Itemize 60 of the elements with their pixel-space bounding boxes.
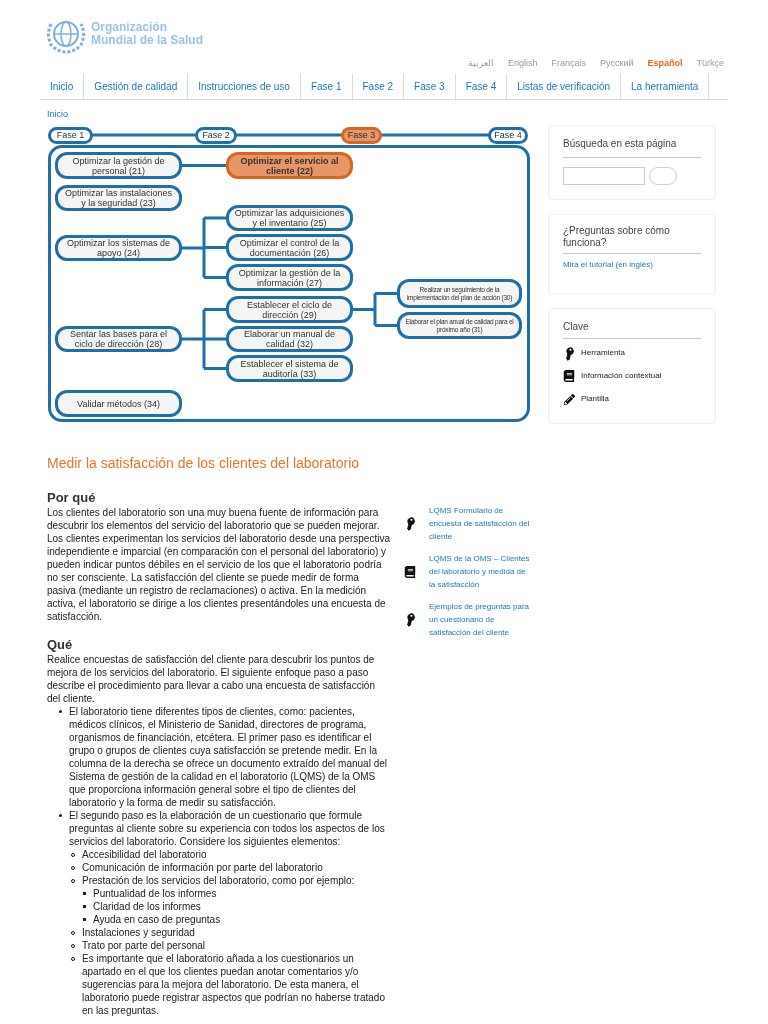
logo-text: Mundial de la Salud <box>91 34 203 47</box>
diagram-node[interactable]: Optimizar los sistemas de apoyo (24) <box>55 235 182 261</box>
breadcrumb-link[interactable]: Inicio <box>47 108 531 126</box>
list-item-text: Es importante que el laboratorio añada a los cuestionarios un apartado en el que los clientes puedan anotar comentarios y/o sugerencias para la mejora del laboratorio. De esta manera, el laboratorio puede registrar aspectos que podrían no haberse tratado en las preguntas. <box>82 952 386 1017</box>
diagram-node[interactable]: Elaborar un manual de calidad (32) <box>226 326 353 352</box>
list-item-text: El segundo paso es la elaboración de un cuestionario que formule preguntas al cliente sobre su experiencia con todos los aspectos de los servicios del laboratorio. Considere los siguientes elementos: <box>69 809 386 848</box>
language-link[interactable]: Español <box>647 56 683 70</box>
list-item-text: Claridad de los informes <box>93 900 201 913</box>
phase-node[interactable]: Fase 4 <box>488 127 528 144</box>
phase-node[interactable]: Fase 1 <box>48 127 93 144</box>
phase-node[interactable]: Fase 2 <box>195 127 237 144</box>
diagram-node[interactable]: Optimizar las instalaciones y la seguridad (23) <box>55 185 182 211</box>
nav-tab[interactable]: Fase 2 <box>352 74 405 99</box>
phase-node[interactable]: Fase 3 <box>341 127 382 144</box>
legend-label: Herramienta <box>581 347 625 359</box>
resource-link[interactable]: Ejemplos de preguntas para un cuestionario de satisfacción del cliente <box>429 600 531 639</box>
list-item-text: Ayuda en caso de preguntas <box>93 913 221 926</box>
diagram-node[interactable]: Optimizar el servicio al cliente (22) <box>226 152 353 179</box>
list-item-text: Comunicación de información por parte del laboratorio <box>82 861 323 874</box>
nav-tab[interactable]: Fase 3 <box>404 74 456 99</box>
diagram-node[interactable]: Establecer el sistema de auditoría (33) <box>226 355 353 382</box>
nav-tab[interactable]: Inicio <box>40 74 85 99</box>
section-heading: Qué <box>47 637 74 653</box>
list-item-text: Puntualidad de los informes <box>93 887 217 900</box>
nav-tab[interactable]: Fase 1 <box>300 74 353 99</box>
diagram-node[interactable]: Optimizar la gestión de la información (27) <box>226 264 353 291</box>
diagram-node[interactable]: Establecer el ciclo de dirección (29) <box>226 296 353 323</box>
list-item-text: Accesibilidad del laboratorio <box>82 848 207 861</box>
list-item-text: Trato por parte del personal <box>82 939 206 952</box>
nav-tab[interactable]: Listas de verificación <box>507 74 622 99</box>
panel-title: Clave <box>563 319 701 339</box>
resource-link[interactable]: LQMS Formulario de encuesta de satisfacción del cliente <box>429 504 531 543</box>
paragraph: Los clientes del laboratorio son una muy buena fuente de información para descubrir los elementos del servicio del laboratorio que se pueden mejorar. Los clientes experimentan los servicios del laboratorio desde una perspectiva independiente e imparcial (en comparación con el personal del laboratorio) y pueden indicar puntos débiles en el servicio de los que el laboratorio podría no ser consciente. La satisfacción del cliente se puede medir de forma pasiva (mediante un registro de reclamaciones) o activa. En la medición activa, el laboratorio se dirige a los clientes presentándoles una encuesta de satisfacción. <box>47 506 390 623</box>
diagram-node[interactable]: Optimizar la gestión de personal (21) <box>55 152 182 179</box>
list-item-text: Prestación de los servicios del laboratorio, como por ejemplo: <box>82 874 355 887</box>
nav-tab[interactable]: Gestión de calidad <box>84 74 189 99</box>
nav-tab[interactable]: La herramienta <box>621 74 710 99</box>
paragraph: Realice encuestas de satisfacción del cliente para descubrir los puntos de mejora de los servicios del laboratorio. El siguiente enfoque paso a paso describe el procedimiento para llevar a cabo una encuesta de satisfacción del cliente. <box>47 653 376 705</box>
section-heading: Por qué <box>47 490 97 506</box>
diagram-node[interactable]: Validar métodos (34) <box>55 390 182 417</box>
language-link[interactable]: Français <box>551 56 587 70</box>
legend-label: Plantilla <box>581 393 609 405</box>
list-item-text: El laboratorio tiene diferentes tipos de clientes, como: pacientes, médicos clínicos, el Ministerio de Sanidad, directores de programa, organismos de financiación, etcétera. El primer paso es identificar el grupo o grupos de clientes cuya satisfacción se pretende medir. En la columna de la derecha se ofrece un documento extraído del manual del Sistema de gestión de la calidad en el laboratorio (LQMS) de la OMS que proporciona información general sobre el tipo de clientes del laboratorio y la forma de medir su satisfacción. <box>69 705 388 809</box>
nav-tab[interactable]: Fase 4 <box>455 74 508 99</box>
diagram-node[interactable]: Optimizar las adquisiciones y el inventario (25) <box>226 205 353 231</box>
language-link[interactable]: English <box>508 56 538 70</box>
list-item-text: Instalaciones y seguridad <box>82 926 195 939</box>
language-link[interactable]: العربية <box>468 56 494 70</box>
legend-label: Información contextual <box>581 370 662 382</box>
language-link[interactable]: Türkçe <box>696 56 724 70</box>
diagram-node[interactable]: Sentar las bases para el ciclo de dirección (28) <box>55 326 182 352</box>
diagram-node[interactable]: Optimizar el control de la documentación (26) <box>226 234 353 261</box>
panel-title: ¿Preguntas sobre cómo funciona? <box>563 225 701 254</box>
language-link[interactable]: Русский <box>600 56 634 70</box>
page-title: Medir la satisfacción de los clientes del laboratorio <box>47 454 361 473</box>
panel-title: Búsqueda en esta página <box>563 136 701 158</box>
resource-link[interactable]: LQMS de la OMS – Clientes del laboratorio y medida de la satisfacción <box>429 552 531 591</box>
tutorial-link[interactable]: Mira el tutorial (en inglés) <box>563 259 701 271</box>
logo-text: Organización <box>91 21 168 34</box>
nav-tab[interactable]: Instrucciones de uso <box>188 74 301 99</box>
